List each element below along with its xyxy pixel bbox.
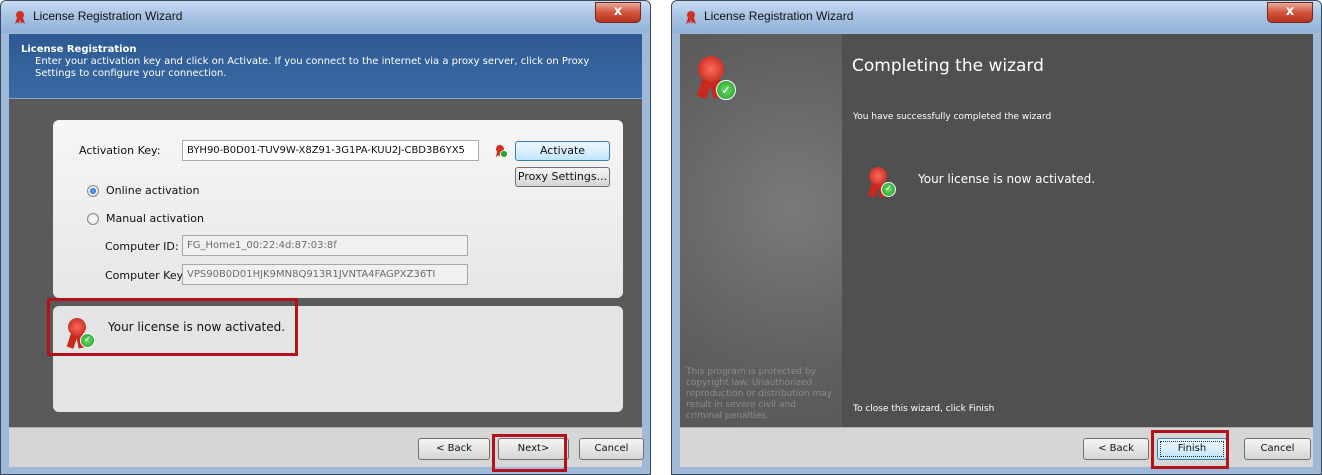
wizard-main: Completing the wizard You have successfu…	[842, 34, 1313, 467]
check-icon: ✓	[881, 182, 896, 197]
close-button[interactable]: x	[1267, 2, 1313, 23]
computer-id-field[interactable]: FG_Home1_00:22:4d:87:03:8f	[182, 235, 468, 256]
page-title: Completing the wizard	[852, 56, 1044, 76]
activation-key-input[interactable]: BYH90-B0D01-TUV9W-X8Z91-3G1PA-KUU2J-CBD3…	[182, 140, 479, 161]
wizard-content: ✓ This program is protected by copyright…	[680, 34, 1313, 467]
manual-activation-label: Manual activation	[106, 212, 204, 225]
cancel-button[interactable]: Cancel	[1244, 438, 1311, 460]
computer-id-label: Computer ID:	[105, 240, 179, 253]
highlight-box	[492, 434, 567, 472]
license-wizard-window-right: License Registration Wizard x ✓ This pro…	[671, 0, 1322, 475]
page-title: License Registration	[21, 44, 137, 55]
online-activation-label: Online activation	[106, 184, 200, 197]
title-bar[interactable]: License Registration Wizard x	[672, 1, 1321, 33]
back-button[interactable]: < Back	[418, 438, 490, 460]
check-icon: ✓	[716, 80, 736, 100]
highlight-box	[1151, 430, 1229, 469]
proxy-settings-button[interactable]: Proxy Settings...	[515, 167, 610, 187]
license-seal-icon	[686, 11, 696, 24]
manual-activation-radio[interactable]	[87, 213, 99, 225]
back-button[interactable]: < Back	[1083, 438, 1149, 460]
highlight-box	[47, 298, 298, 356]
license-wizard-window-left: License Registration Wizard x License Re…	[0, 0, 651, 475]
license-seal-icon: ✓	[694, 56, 736, 100]
license-seal-icon: ✓	[866, 167, 896, 198]
close-icon: x	[613, 4, 623, 19]
computer-key-label: Computer Key:	[105, 269, 187, 282]
status-message: Your license is now activated.	[918, 172, 1096, 186]
success-text: You have successfully completed the wiza…	[853, 112, 1052, 122]
close-icon: x	[1285, 4, 1295, 19]
license-seal-icon	[15, 11, 25, 24]
close-hint: To close this wizard, click Finish	[853, 404, 995, 414]
page-description: Enter your activation key and click on A…	[35, 56, 590, 79]
copyright-notice: This program is protected by copyright l…	[686, 367, 833, 421]
wizard-content: License Registration Enter your activati…	[9, 34, 644, 467]
online-activation-radio[interactable]	[87, 185, 99, 197]
wizard-sidebar: ✓ This program is protected by copyright…	[680, 34, 842, 467]
computer-key-field[interactable]: VPS90B0D01HJK9MN8Q913R1JVNTA4FAGPXZ36TI	[182, 264, 468, 285]
window-title: License Registration Wizard	[704, 9, 854, 23]
window-title: License Registration Wizard	[33, 9, 183, 23]
activation-panel: Activation Key: BYH90-B0D01-TUV9W-X8Z91-…	[53, 120, 623, 298]
cancel-button[interactable]: Cancel	[579, 438, 644, 460]
activate-button[interactable]: Activate	[515, 141, 610, 161]
title-bar[interactable]: License Registration Wizard x	[1, 1, 650, 33]
close-button[interactable]: x	[595, 2, 641, 23]
activation-key-label: Activation Key:	[79, 144, 161, 157]
license-seal-icon	[496, 145, 508, 158]
wizard-header: License Registration Enter your activati…	[9, 34, 642, 99]
